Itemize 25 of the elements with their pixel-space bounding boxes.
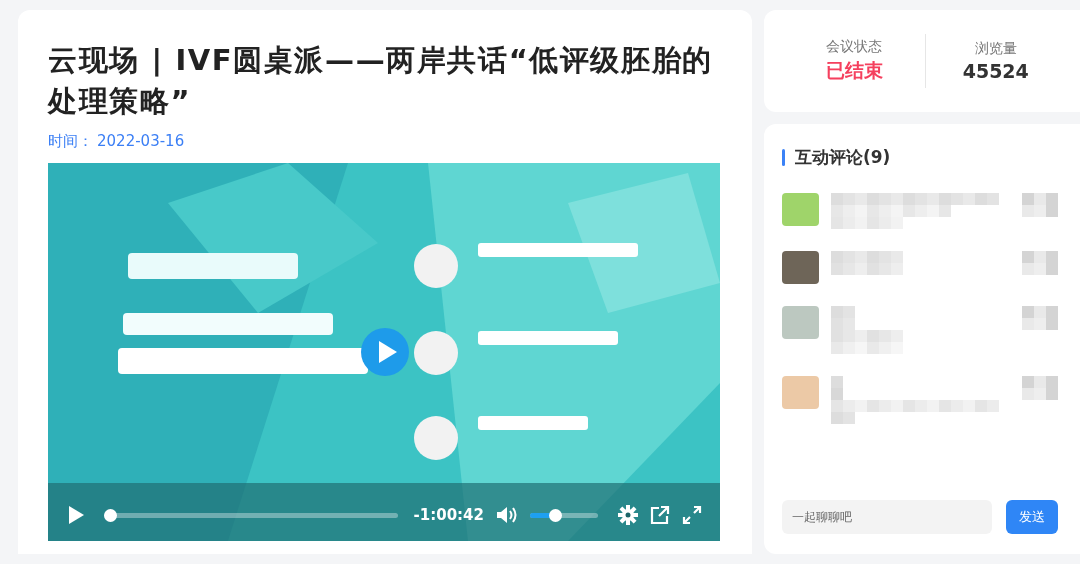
stat-label: 浏览量 bbox=[974, 40, 1017, 58]
stat-value: 已结束 bbox=[825, 58, 883, 83]
popout-icon[interactable] bbox=[650, 505, 670, 525]
blurred-time bbox=[1022, 251, 1058, 275]
play-button[interactable] bbox=[361, 328, 409, 376]
stat-label: 会议状态 bbox=[826, 38, 883, 56]
volume-icon[interactable] bbox=[496, 505, 518, 525]
time-remaining: -1:00:42 bbox=[413, 506, 484, 524]
send-button[interactable]: 发送 bbox=[1006, 500, 1058, 534]
settings-icon[interactable] bbox=[618, 505, 638, 525]
blurred-time bbox=[1022, 193, 1058, 217]
comments-title: 互动评论(9) bbox=[795, 146, 891, 169]
fullscreen-icon[interactable] bbox=[682, 505, 702, 525]
date-value: 2022-03-16 bbox=[97, 132, 185, 151]
video-player[interactable]: -1:00:42 bbox=[48, 163, 720, 541]
article-title: 云现场 | IVF圆桌派——两岸共话“低评级胚胎的处理策略” bbox=[48, 42, 714, 120]
comment-input[interactable]: 一起聊聊吧 bbox=[782, 500, 992, 534]
blurred-comment bbox=[831, 306, 903, 354]
date-label: 时间： bbox=[48, 132, 93, 151]
blurred-comment bbox=[831, 251, 903, 275]
play-icon[interactable] bbox=[66, 505, 86, 525]
stat-value: 45524 bbox=[962, 60, 1029, 82]
blurred-time bbox=[1022, 306, 1058, 330]
blurred-time bbox=[1022, 376, 1058, 400]
progress-bar[interactable] bbox=[104, 508, 398, 522]
